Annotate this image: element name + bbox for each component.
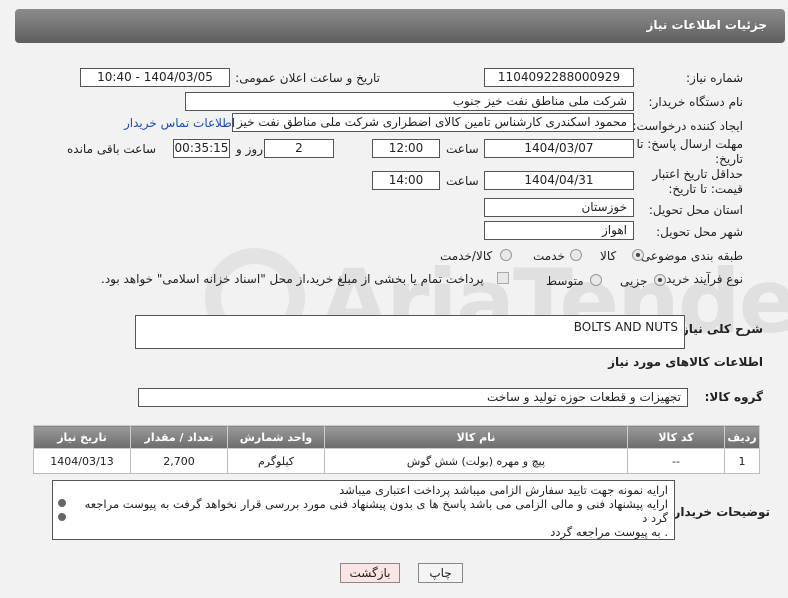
category-option-goods-service: کالا/خدمت — [440, 249, 493, 263]
col-unit: واحد شمارش — [227, 425, 325, 449]
remaining-time-field: 00:35:15 — [173, 139, 230, 158]
process-option-medium: متوسط — [546, 274, 584, 288]
print-button[interactable]: چاپ — [418, 563, 463, 583]
goods-group-field: تجهیزات و قطعات حوزه تولید و ساخت — [138, 388, 688, 407]
col-need-date: تاریخ نیاز — [33, 425, 131, 449]
remaining-time-label: ساعت باقی مانده — [67, 142, 157, 156]
goods-info-title: اطلاعات کالاهای مورد نیاز — [608, 355, 763, 369]
buyer-notes-label: توضیحات خریدار: — [668, 505, 770, 519]
buyer-notes-line-2: ارایه پیشنهاد فنی و مالی الزامی می باشد … — [84, 497, 668, 525]
cell-quantity: 2,700 — [130, 448, 228, 474]
page-header: جزئیات اطلاعات نیاز — [15, 9, 785, 43]
description-field: BOLTS AND NUTS — [135, 315, 685, 349]
province-label: استان محل تحویل: — [648, 203, 743, 217]
city-field: اهواز — [484, 221, 634, 240]
treasury-payment-checkbox[interactable] — [497, 272, 509, 284]
price-validity-date-field: 1404/04/31 — [484, 171, 634, 190]
price-validity-label: حداقل تاریخ اعتبار قیمت: تا تاریخ: — [652, 167, 743, 196]
need-number-field: 1104092288000929 — [484, 68, 634, 87]
need-number-label: شماره نیاز: — [686, 71, 743, 85]
buyer-contact-link[interactable]: اطلاعات تماس خریدار — [124, 116, 235, 130]
province-field: خوزستان — [484, 198, 634, 217]
category-option-service: خدمت — [533, 249, 565, 263]
buyer-notes-line-3: . به پیوست مراجعه گردد — [550, 525, 668, 539]
deadline-label: مهلت ارسال پاسخ: تا تاریخ: — [636, 137, 743, 166]
treasury-payment-note: پرداخت تمام یا بخشی از مبلغ خرید،از محل … — [101, 272, 484, 286]
col-name: نام کالا — [324, 425, 628, 449]
process-option-minor: جزیی — [620, 274, 648, 288]
buyer-org-label: نام دستگاه خریدار: — [648, 95, 744, 109]
days-label: روز و — [236, 142, 263, 156]
announce-date-field: 1404/03/05 - 10:40 — [80, 68, 230, 87]
table-row: 1 -- پیچ و مهره (بولت) شش گوش کیلوگرم 2,… — [33, 448, 760, 474]
city-label: شهر محل تحویل: — [656, 225, 743, 239]
creator-label: ایجاد کننده درخواست: — [632, 119, 743, 133]
cell-need-date: 1404/03/13 — [33, 448, 131, 474]
category-radio-service[interactable] — [570, 249, 582, 261]
back-button[interactable]: بازگشت — [340, 563, 400, 583]
cell-name: پیچ و مهره (بولت) شش گوش — [324, 448, 628, 474]
items-table-wrapper: ردیف کد کالا نام کالا واحد شمارش تعداد /… — [33, 425, 760, 474]
process-type-label: نوع فرآیند خرید : — [658, 272, 743, 286]
process-radio-minor[interactable] — [654, 274, 666, 286]
notes-scroll-up-icon[interactable] — [58, 499, 66, 507]
buyer-notes-field[interactable]: ارایه نمونه جهت تایید سفارش الزامی میباش… — [52, 480, 675, 540]
col-quantity: تعداد / مقدار — [130, 425, 228, 449]
deadline-time-field: 12:00 — [372, 139, 440, 158]
page-title: جزئیات اطلاعات نیاز — [646, 18, 767, 32]
announce-date-label: تاریخ و ساعت اعلان عمومی: — [235, 71, 380, 85]
cell-unit: کیلوگرم — [227, 448, 325, 474]
items-table-header: ردیف کد کالا نام کالا واحد شمارش تعداد /… — [33, 425, 760, 449]
cell-row: 1 — [724, 448, 760, 474]
category-radio-goods[interactable] — [632, 249, 644, 261]
description-label: شرح کلی نیاز: — [677, 322, 763, 336]
buyer-notes-line-1: ارایه نمونه جهت تایید سفارش الزامی میباش… — [339, 483, 668, 497]
category-radio-goods-service[interactable] — [500, 249, 512, 261]
category-option-goods: کالا — [600, 249, 617, 263]
category-label: طبقه بندی موضوعی: — [636, 249, 743, 263]
deadline-time-label: ساعت — [446, 142, 479, 156]
cell-code: -- — [627, 448, 725, 474]
price-validity-time-label: ساعت — [446, 174, 479, 188]
col-row: ردیف — [724, 425, 760, 449]
goods-group-label: گروه کالا: — [704, 390, 763, 404]
days-field: 2 — [264, 139, 334, 158]
creator-field: محمود اسکندری کارشناس تامین کالای اضطرار… — [232, 113, 634, 132]
items-table: ردیف کد کالا نام کالا واحد شمارش تعداد /… — [33, 425, 760, 474]
notes-scroll-down-icon[interactable] — [58, 513, 66, 521]
col-code: کد کالا — [627, 425, 725, 449]
deadline-date-field: 1404/03/07 — [484, 139, 634, 158]
price-validity-time-field: 14:00 — [372, 171, 440, 190]
process-radio-medium[interactable] — [590, 274, 602, 286]
buyer-org-field: شرکت ملی مناطق نفت خیز جنوب — [185, 92, 634, 111]
